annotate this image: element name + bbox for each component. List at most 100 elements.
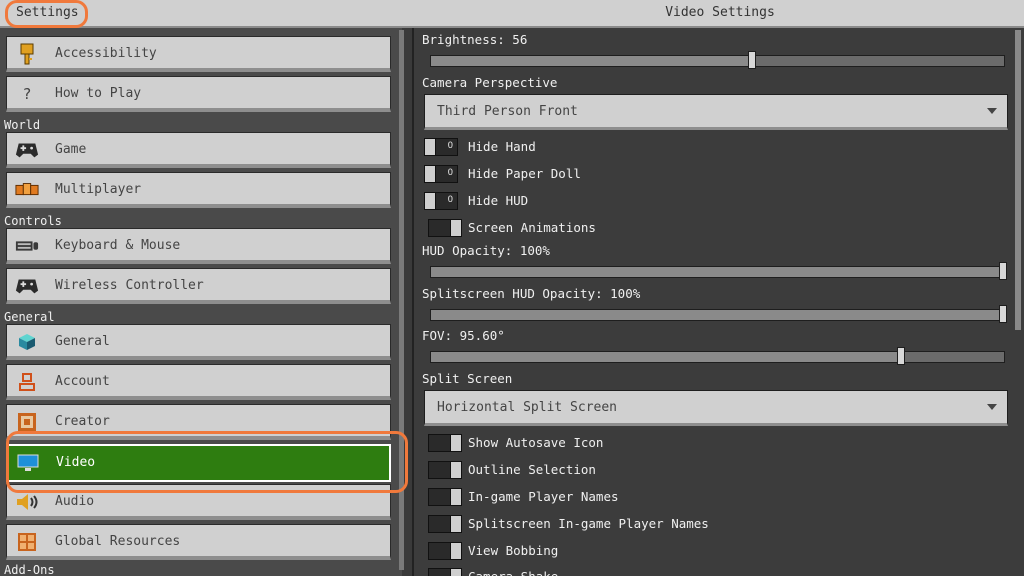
speaker-icon: [15, 491, 39, 513]
sidebar-item-label: Game: [55, 142, 87, 157]
sidebar-item-label: Audio: [55, 494, 95, 509]
sidebar-item-label: Video: [56, 455, 96, 470]
toggle-label: Hide Paper Doll: [468, 166, 581, 181]
sidebar-item-accessibility[interactable]: Accessibility: [6, 36, 391, 72]
settings-back-button[interactable]: Settings: [8, 2, 87, 23]
sidebar-item-how-to-play[interactable]: ? How to Play: [6, 76, 391, 112]
section-header-world: World: [4, 118, 41, 132]
show-autosave-toggle[interactable]: [428, 434, 462, 452]
sidebar-item-audio[interactable]: Audio: [6, 484, 391, 520]
hud-opacity-label: HUD Opacity: 100%: [422, 243, 550, 258]
sidebar-item-label: Account: [55, 374, 110, 389]
settings-panel: Brightness: 56 Camera Perspective Third …: [412, 28, 1024, 576]
sidebar-item-keyboard-mouse[interactable]: Keyboard & Mouse: [6, 228, 391, 264]
sidebar-item-label: Multiplayer: [55, 182, 142, 197]
outline-selection-toggle-row[interactable]: Outline Selection: [424, 461, 984, 481]
hide-hud-toggle[interactable]: O: [424, 192, 458, 210]
sidebar-item-video[interactable]: Video: [6, 444, 391, 482]
dropdown-value: Horizontal Split Screen: [437, 400, 618, 415]
toggle-label: Show Autosave Icon: [468, 435, 604, 450]
sidebar-item-label: General: [55, 334, 110, 349]
hide-paper-doll-toggle-row[interactable]: O Hide Paper Doll: [424, 165, 984, 185]
slider-knob[interactable]: [999, 262, 1007, 280]
fov-label: FOV: 95.60°: [422, 328, 505, 343]
question-icon: ?: [22, 85, 32, 103]
sidebar-item-global-resources[interactable]: Global Resources: [6, 524, 391, 560]
sidebar-item-label: How to Play: [55, 86, 142, 101]
settings-scrollbar[interactable]: [1015, 30, 1021, 330]
splitscreen-player-names-toggle-row[interactable]: Splitscreen In-game Player Names: [424, 515, 984, 535]
splitscreen-hud-opacity-label: Splitscreen HUD Opacity: 100%: [422, 286, 641, 301]
sidebar-item-multiplayer[interactable]: Multiplayer: [6, 172, 391, 208]
player-names-toggle[interactable]: [428, 488, 462, 506]
toggle-label: View Bobbing: [468, 543, 559, 558]
split-screen-dropdown[interactable]: Horizontal Split Screen: [424, 390, 1008, 426]
sidebar-item-game[interactable]: Game: [6, 132, 391, 168]
slider-knob[interactable]: [999, 305, 1007, 323]
top-bar: Settings Video Settings: [0, 0, 1024, 28]
hud-opacity-slider[interactable]: [430, 262, 1007, 280]
split-screen-label: Split Screen: [422, 371, 513, 386]
fov-slider[interactable]: [430, 347, 1005, 365]
multiplayer-icon: [15, 179, 39, 201]
slider-fill: [431, 267, 1004, 277]
sidebar-item-label: Global Resources: [55, 534, 181, 549]
chevron-down-icon: [987, 404, 997, 410]
section-header-general: General: [4, 310, 55, 324]
view-bobbing-toggle-row[interactable]: View Bobbing: [424, 542, 984, 562]
player-names-toggle-row[interactable]: In-game Player Names: [424, 488, 984, 508]
brightness-slider[interactable]: [430, 51, 1005, 69]
camera-shake-toggle-row[interactable]: Camera Shake: [424, 568, 984, 576]
toggle-label: Outline Selection: [468, 462, 596, 477]
slider-knob[interactable]: [747, 51, 756, 69]
splitscreen-player-names-toggle[interactable]: [428, 515, 462, 533]
show-autosave-toggle-row[interactable]: Show Autosave Icon: [424, 434, 984, 454]
hide-hand-toggle-row[interactable]: O Hide Hand: [424, 138, 984, 158]
toggle-label: Hide Hand: [468, 139, 536, 154]
camera-shake-toggle[interactable]: [428, 568, 462, 576]
controller-icon: [15, 275, 39, 297]
screen-animations-toggle-row[interactable]: Screen Animations: [424, 219, 984, 239]
toggle-label: Screen Animations: [468, 220, 596, 235]
page-title: Video Settings: [665, 5, 775, 20]
slider-fill: [431, 352, 901, 362]
account-icon: [15, 371, 39, 393]
sidebar-item-label: Creator: [55, 414, 110, 429]
brightness-label: Brightness: 56: [422, 32, 528, 47]
sidebar-item-label: Wireless Controller: [55, 278, 204, 293]
toggle-label: Hide HUD: [468, 193, 529, 208]
toggle-label: In-game Player Names: [468, 489, 619, 504]
sidebar-item-creator[interactable]: Creator: [6, 404, 391, 440]
hide-paper-doll-toggle[interactable]: O: [424, 165, 458, 183]
hide-hand-toggle[interactable]: O: [424, 138, 458, 156]
splitscreen-hud-opacity-slider[interactable]: [430, 305, 1007, 323]
resources-icon: [15, 531, 39, 553]
view-bobbing-toggle[interactable]: [428, 542, 462, 560]
camera-perspective-dropdown[interactable]: Third Person Front: [424, 94, 1008, 130]
cube-icon: [15, 331, 39, 353]
monitor-icon: [16, 452, 40, 474]
dropdown-value: Third Person Front: [437, 104, 578, 119]
camera-perspective-label: Camera Perspective: [422, 75, 558, 90]
screen-animations-toggle[interactable]: [428, 219, 462, 237]
hide-hud-toggle-row[interactable]: O Hide HUD: [424, 192, 984, 212]
toggle-label: Camera Shake: [468, 568, 558, 576]
outline-selection-toggle[interactable]: [428, 461, 462, 479]
sidebar-scrollbar[interactable]: [399, 30, 404, 570]
sidebar-item-label: Accessibility: [55, 46, 157, 61]
section-header-addons: Add-Ons: [4, 563, 55, 576]
slider-fill: [431, 56, 752, 66]
slider-knob[interactable]: [896, 347, 905, 365]
slider-fill: [431, 310, 1004, 320]
section-header-controls: Controls: [4, 214, 62, 228]
sidebar: Accessibility ? How to Play World Game M…: [0, 28, 402, 576]
sidebar-item-account[interactable]: Account: [6, 364, 391, 400]
toggle-label: Splitscreen In-game Player Names: [468, 516, 709, 531]
sidebar-item-wireless-controller[interactable]: Wireless Controller: [6, 268, 391, 304]
key-icon: [15, 43, 39, 65]
creator-icon: [15, 411, 39, 433]
sidebar-item-label: Keyboard & Mouse: [55, 238, 181, 253]
sidebar-item-general[interactable]: General: [6, 324, 391, 360]
keyboard-icon: [15, 235, 39, 257]
chevron-down-icon: [987, 108, 997, 114]
